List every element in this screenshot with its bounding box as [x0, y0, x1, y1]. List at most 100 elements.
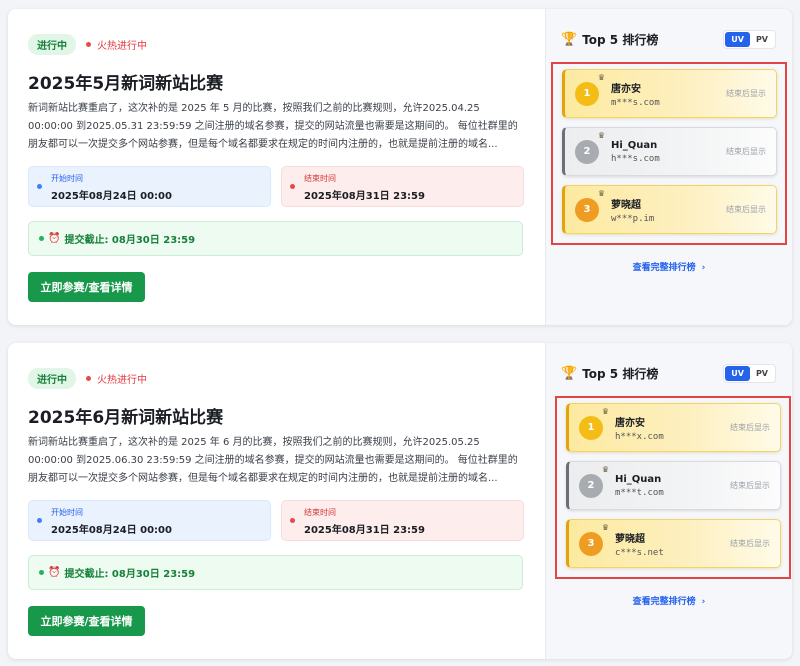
status-row: 进行中 火热进行中 [28, 34, 147, 55]
status-row: 进行中 火热进行中 [28, 368, 147, 389]
view-full-leaderboard-link[interactable]: 查看完整排行榜 › [546, 260, 792, 273]
entry-score: 结束后显示 [726, 147, 766, 156]
entry-info: 唐亦安 h***x.com [615, 414, 664, 442]
entry-name: 唐亦安 [615, 417, 645, 429]
competition-card: 进行中 火热进行中 2025年5月新词新站比赛 新词新站比赛重启了，这次补的是 … [8, 9, 792, 325]
entry-score: 结束后显示 [730, 423, 770, 432]
leaderboard-entry[interactable]: 2 ♛ Hi_Quan m***t.com 结束后显示 [566, 461, 781, 510]
leaderboard-title: Top 5 排行榜 [582, 367, 659, 381]
entry-domain: m***t.com [615, 487, 664, 498]
entry-info: 萝晓超 c***s.net [615, 530, 664, 558]
start-time-label: 开始时间 [51, 174, 83, 183]
gold-medal-icon: 1 ♛ [575, 73, 605, 106]
toggle-uv[interactable]: UV [725, 366, 750, 381]
entry-name: Hi_Quan [611, 139, 658, 151]
leaderboard-header: 🏆 Top 5 排行榜 [561, 365, 658, 382]
deadline-text: 提交截止: 08月30日 23:59 [64, 569, 196, 580]
alarm-clock-icon: ⏰ [48, 233, 61, 244]
red-dot-icon [86, 42, 91, 47]
join-button[interactable]: 立即参赛/查看详情 [28, 272, 145, 302]
view-full-label: 查看完整排行榜 [632, 263, 696, 273]
gold-medal-icon: 1 ♛ [579, 407, 609, 440]
metric-toggle: UV PV [723, 30, 776, 49]
start-time-label: 开始时间 [51, 508, 83, 517]
end-time-label: 结束时间 [304, 508, 336, 517]
toggle-uv[interactable]: UV [725, 32, 750, 47]
join-button[interactable]: 立即参赛/查看详情 [28, 606, 145, 636]
red-dot-icon [290, 184, 295, 189]
entry-score: 结束后显示 [726, 205, 766, 214]
leaderboard-entry[interactable]: 3 ♛ 萝晓超 c***s.net 结束后显示 [566, 519, 781, 568]
entry-info: Hi_Quan m***t.com [615, 474, 664, 498]
rank-number: 3 [587, 538, 595, 549]
start-time-box: 开始时间 2025年08月24日 00:00 [28, 166, 271, 207]
alarm-clock-icon: ⏰ [48, 567, 61, 578]
leaderboard-title: Top 5 排行榜 [582, 33, 659, 47]
competition-title: 2025年6月新词新站比赛 [28, 408, 224, 428]
entry-name: 萝晓超 [615, 533, 645, 545]
end-time-value: 2025年08月31日 23:59 [304, 191, 425, 202]
red-dot-icon [290, 518, 295, 523]
end-time-label: 结束时间 [304, 174, 336, 183]
entry-domain: h***s.com [611, 153, 660, 164]
entry-domain: w***p.im [611, 213, 655, 224]
entry-score: 结束后显示 [730, 539, 770, 548]
entry-info: 萝晓超 w***p.im [611, 196, 654, 224]
hot-label: 火热进行中 [97, 41, 147, 52]
competition-info: 进行中 火热进行中 2025年5月新词新站比赛 新词新站比赛重启了，这次补的是 … [8, 9, 545, 325]
submission-deadline: ⏰ 提交截止: 08月30日 23:59 [28, 555, 523, 590]
start-time-value: 2025年08月24日 00:00 [51, 191, 172, 202]
entry-domain: c***s.net [615, 547, 664, 558]
medal-ribbon-icon: ♛ [601, 406, 609, 416]
leaderboard-list: 1 ♛ 唐亦安 h***x.com 结束后显示 2 ♛ Hi_Quan m***t.… [555, 396, 791, 579]
entry-domain: m***s.com [611, 97, 660, 108]
leaderboard-panel: 🏆 Top 5 排行榜 UV PV 1 ♛ 唐亦安 h***x.com 结束后显示… [545, 343, 792, 659]
bronze-medal-icon: 3 ♛ [579, 523, 609, 556]
leaderboard-entry[interactable]: 1 ♛ 唐亦安 h***x.com 结束后显示 [566, 403, 781, 452]
metric-toggle: UV PV [723, 364, 776, 383]
chevron-right-icon: › [701, 263, 706, 273]
leaderboard-entry[interactable]: 2 ♛ Hi_Quan h***s.com 结束后显示 [562, 127, 777, 176]
chevron-right-icon: › [701, 597, 706, 607]
medal-ribbon-icon: ♛ [597, 72, 605, 82]
rank-number: 1 [583, 88, 591, 99]
end-time-value: 2025年08月31日 23:59 [304, 525, 425, 536]
view-full-leaderboard-link[interactable]: 查看完整排行榜 › [546, 594, 792, 607]
leaderboard-entry[interactable]: 3 ♛ 萝晓超 w***p.im 结束后显示 [562, 185, 777, 234]
rank-number: 3 [583, 204, 591, 215]
competition-info: 进行中 火热进行中 2025年6月新词新站比赛 新词新站比赛重启了，这次补的是 … [8, 343, 545, 659]
rank-number: 2 [583, 146, 591, 157]
leaderboard-list: 1 ♛ 唐亦安 m***s.com 结束后显示 2 ♛ Hi_Quan h***s.… [551, 62, 787, 245]
hot-label: 火热进行中 [97, 375, 147, 386]
entry-name: 唐亦安 [611, 83, 641, 95]
silver-medal-icon: 2 ♛ [579, 465, 609, 498]
toggle-pv[interactable]: PV [750, 366, 774, 381]
green-dot-icon [39, 570, 44, 575]
competition-card: 进行中 火热进行中 2025年6月新词新站比赛 新词新站比赛重启了，这次补的是 … [8, 343, 792, 659]
leaderboard-entry[interactable]: 1 ♛ 唐亦安 m***s.com 结束后显示 [562, 69, 777, 118]
toggle-pv[interactable]: PV [750, 32, 774, 47]
end-time-box: 结束时间 2025年08月31日 23:59 [281, 500, 524, 541]
trophy-icon: 🏆 [561, 366, 578, 381]
rank-number: 1 [587, 422, 595, 433]
hot-indicator: 火热进行中 [86, 371, 147, 386]
entry-info: 唐亦安 m***s.com [611, 80, 660, 108]
entry-domain: h***x.com [615, 431, 664, 442]
start-time-value: 2025年08月24日 00:00 [51, 525, 172, 536]
leaderboard-header: 🏆 Top 5 排行榜 [561, 31, 658, 48]
start-time-box: 开始时间 2025年08月24日 00:00 [28, 500, 271, 541]
red-dot-icon [86, 376, 91, 381]
entry-info: Hi_Quan h***s.com [611, 140, 660, 164]
trophy-icon: 🏆 [561, 32, 578, 47]
leaderboard-panel: 🏆 Top 5 排行榜 UV PV 1 ♛ 唐亦安 m***s.com 结束后显示… [545, 9, 792, 325]
medal-ribbon-icon: ♛ [601, 464, 609, 474]
medal-ribbon-icon: ♛ [597, 130, 605, 140]
green-dot-icon [39, 236, 44, 241]
entry-name: Hi_Quan [615, 473, 662, 485]
blue-dot-icon [37, 518, 42, 523]
submission-deadline: ⏰ 提交截止: 08月30日 23:59 [28, 221, 523, 256]
blue-dot-icon [37, 184, 42, 189]
competition-title: 2025年5月新词新站比赛 [28, 74, 224, 94]
status-badge: 进行中 [28, 34, 76, 55]
rank-number: 2 [587, 480, 595, 491]
